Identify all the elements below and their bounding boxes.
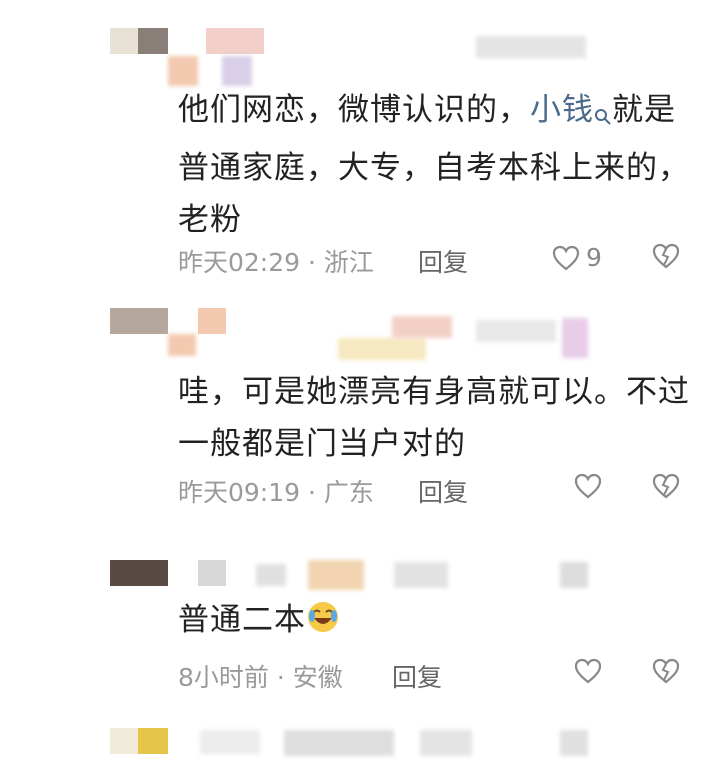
comment-item: 他们网恋，微博认识的，小钱 就是普通家庭，大专，自考本科上来的，老粉 昨天02:2… bbox=[0, 0, 720, 290]
search-icon bbox=[594, 90, 612, 142]
reply-button[interactable]: 回复 bbox=[392, 658, 442, 694]
comment-item bbox=[0, 710, 720, 776]
blurred-badge bbox=[476, 36, 586, 58]
comment-text: 他们网恋，微博认识的，小钱 就是普通家庭，大专，自考本科上来的，老粉 bbox=[178, 92, 690, 238]
comment-location: 浙江 bbox=[323, 248, 374, 277]
comment-time: 昨天02:29 bbox=[178, 248, 301, 277]
comment-item: 哇，可是她漂亮有身高就可以。不过一般都是门当户对的 昨天09:19 · 广东 回… bbox=[0, 290, 720, 530]
comment-meta: 8小时前 · 安徽 bbox=[178, 663, 343, 692]
like-button[interactable]: 9 bbox=[552, 243, 602, 272]
dislike-icon[interactable] bbox=[652, 243, 680, 269]
comment-time: 昨天09:19 bbox=[178, 478, 301, 507]
laughing-crying-emoji-icon bbox=[306, 598, 340, 632]
heart-icon bbox=[552, 245, 580, 271]
dislike-icon[interactable] bbox=[652, 473, 680, 499]
heart-icon[interactable] bbox=[574, 658, 602, 684]
comment-location: 广东 bbox=[323, 478, 374, 507]
dislike-icon[interactable] bbox=[652, 658, 680, 684]
blurred-username bbox=[110, 728, 168, 754]
blurred-username bbox=[110, 28, 264, 54]
comment-text: 普通二本 bbox=[178, 594, 698, 646]
comment-location: 安徽 bbox=[292, 663, 343, 692]
comment-item: 普通二本 8小时前 · 安徽 回复 bbox=[0, 530, 720, 710]
comment-meta: 昨天09:19 · 广东 bbox=[178, 478, 374, 507]
heart-icon[interactable] bbox=[574, 473, 602, 499]
reply-button[interactable]: 回复 bbox=[418, 243, 468, 279]
blurred-username bbox=[110, 308, 226, 334]
comment-meta: 昨天02:29 · 浙江 bbox=[178, 248, 374, 277]
comment-text: 哇，可是她漂亮有身高就可以。不过一般都是门当户对的 bbox=[178, 374, 690, 462]
mention-link[interactable]: 小钱 bbox=[530, 92, 612, 128]
like-count: 9 bbox=[586, 243, 602, 272]
reply-button[interactable]: 回复 bbox=[418, 473, 468, 509]
blurred-username bbox=[110, 560, 226, 586]
comment-time: 8小时前 bbox=[178, 663, 269, 692]
